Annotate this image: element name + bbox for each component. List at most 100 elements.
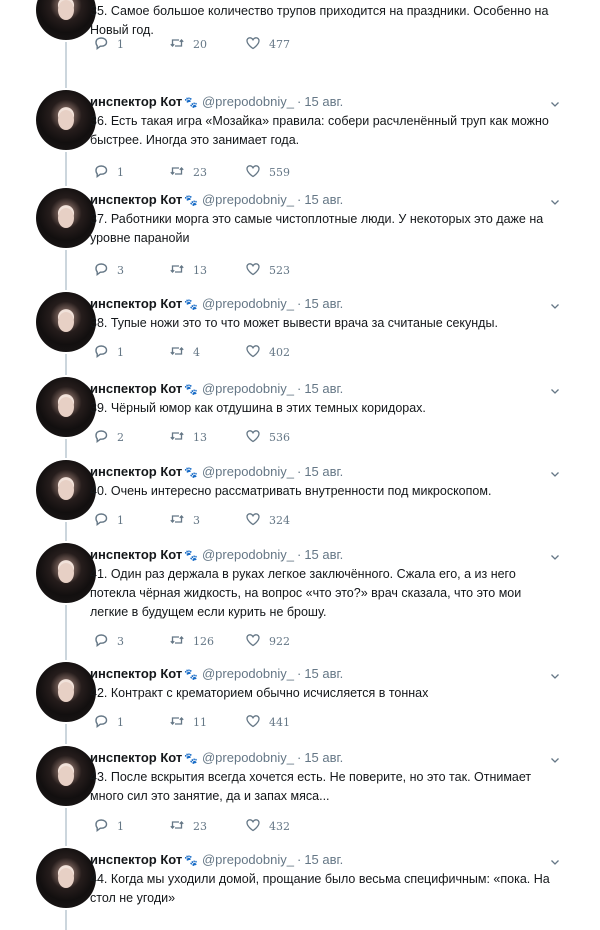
avatar[interactable] — [36, 662, 96, 722]
retweet-button[interactable]: 4 — [169, 344, 245, 360]
author-name[interactable]: инспектор Кот — [90, 547, 182, 562]
author-handle[interactable]: @prepodobniy_ — [202, 464, 294, 479]
retweet-button[interactable]: 3 — [169, 512, 245, 528]
like-button[interactable]: 477 — [245, 36, 325, 52]
reply-button[interactable]: 1 — [93, 818, 169, 834]
like-button[interactable]: 441 — [245, 714, 325, 730]
tweet-text: 39. Чёрный юмор как отдушина в этих темн… — [90, 401, 426, 415]
tweet-date[interactable]: 15 авг. — [304, 296, 343, 311]
avatar[interactable] — [36, 543, 96, 603]
chevron-down-icon[interactable] — [550, 96, 560, 107]
author-handle[interactable]: @prepodobniy_ — [202, 381, 294, 396]
reply-count: 1 — [117, 37, 124, 51]
like-count: 324 — [269, 513, 290, 527]
retweet-button[interactable]: 126 — [169, 633, 245, 649]
author-handle[interactable]: @prepodobniy_ — [202, 296, 294, 311]
reply-icon — [93, 713, 117, 732]
author-name[interactable]: инспектор Кот — [90, 464, 182, 479]
like-button[interactable]: 559 — [245, 164, 325, 180]
tweet-date[interactable]: 15 авг. — [304, 94, 343, 109]
reply-count: 1 — [117, 513, 124, 527]
like-count: 402 — [269, 345, 290, 359]
like-button[interactable]: 324 — [245, 512, 325, 528]
author-name[interactable]: инспектор Кот — [90, 192, 182, 207]
retweet-button[interactable]: 20 — [169, 36, 245, 52]
reply-icon — [93, 632, 117, 651]
author-handle[interactable]: @prepodobniy_ — [202, 192, 294, 207]
retweet-count: 11 — [193, 715, 207, 729]
retweet-button[interactable]: 23 — [169, 164, 245, 180]
tweet-date[interactable]: 15 авг. — [304, 666, 343, 681]
author-name[interactable]: инспектор Кот — [90, 852, 182, 867]
retweet-button[interactable]: 13 — [169, 262, 245, 278]
chevron-down-icon[interactable] — [550, 854, 560, 865]
separator-dot: · — [296, 547, 302, 562]
like-button[interactable]: 922 — [245, 633, 325, 649]
chevron-down-icon[interactable] — [550, 549, 560, 560]
tweet-date[interactable]: 15 авг. — [304, 381, 343, 396]
like-count: 559 — [269, 165, 290, 179]
author-handle[interactable]: @prepodobniy_ — [202, 547, 294, 562]
tweet-actions: 1 20 477 — [93, 36, 325, 52]
chevron-down-icon[interactable] — [550, 194, 560, 205]
reply-button[interactable]: 1 — [93, 714, 169, 730]
avatar[interactable] — [36, 377, 96, 437]
reply-button[interactable]: 2 — [93, 429, 169, 445]
avatar[interactable] — [36, 0, 96, 40]
author-handle[interactable]: @prepodobniy_ — [202, 666, 294, 681]
reply-button[interactable]: 3 — [93, 262, 169, 278]
like-count: 441 — [269, 715, 290, 729]
reply-button[interactable]: 1 — [93, 36, 169, 52]
retweet-button[interactable]: 13 — [169, 429, 245, 445]
heart-icon — [245, 632, 269, 651]
reply-count: 3 — [117, 634, 124, 648]
tweet-text: 44. Когда мы уходили домой, прощание был… — [90, 872, 550, 905]
avatar[interactable] — [36, 746, 96, 806]
like-button[interactable]: 523 — [245, 262, 325, 278]
avatar[interactable] — [36, 848, 96, 908]
retweet-button[interactable]: 23 — [169, 818, 245, 834]
chevron-down-icon[interactable] — [550, 383, 560, 394]
author-name[interactable]: инспектор Кот — [90, 750, 182, 765]
reply-button[interactable]: 3 — [93, 633, 169, 649]
tweet-date[interactable]: 15 авг. — [304, 192, 343, 207]
author-handle[interactable]: @prepodobniy_ — [202, 94, 294, 109]
tweet-text: 38. Тупые ножи это то что может вывести … — [90, 316, 498, 330]
author-name[interactable]: инспектор Кот — [90, 381, 182, 396]
retweet-icon — [169, 511, 193, 530]
author-handle[interactable]: @prepodobniy_ — [202, 852, 294, 867]
like-button[interactable]: 402 — [245, 344, 325, 360]
tweet-actions: 1 4 402 — [93, 344, 325, 360]
chevron-down-icon[interactable] — [550, 466, 560, 477]
author-name[interactable]: инспектор Кот — [90, 666, 182, 681]
avatar[interactable] — [36, 292, 96, 352]
separator-dot: · — [296, 94, 302, 109]
heart-icon — [245, 261, 269, 280]
like-button[interactable]: 536 — [245, 429, 325, 445]
retweet-button[interactable]: 11 — [169, 714, 245, 730]
heart-icon — [245, 511, 269, 530]
tweet-date[interactable]: 15 авг. — [304, 464, 343, 479]
author-name[interactable]: инспектор Кот — [90, 296, 182, 311]
reply-count: 1 — [117, 345, 124, 359]
author-name[interactable]: инспектор Кот — [90, 94, 182, 109]
tweet-date[interactable]: 15 авг. — [304, 547, 343, 562]
paw-emoji-icon: 🐾 — [184, 753, 198, 765]
avatar[interactable] — [36, 188, 96, 248]
reply-button[interactable]: 1 — [93, 164, 169, 180]
retweet-icon — [169, 35, 193, 54]
chevron-down-icon[interactable] — [550, 752, 560, 763]
chevron-down-icon[interactable] — [550, 668, 560, 679]
avatar[interactable] — [36, 460, 96, 520]
reply-button[interactable]: 1 — [93, 344, 169, 360]
thread-connector — [65, 605, 67, 660]
like-count: 477 — [269, 37, 290, 51]
thread-connector — [65, 354, 67, 375]
tweet-date[interactable]: 15 авг. — [304, 852, 343, 867]
chevron-down-icon[interactable] — [550, 298, 560, 309]
avatar[interactable] — [36, 90, 96, 150]
like-button[interactable]: 432 — [245, 818, 325, 834]
tweet-date[interactable]: 15 авг. — [304, 750, 343, 765]
author-handle[interactable]: @prepodobniy_ — [202, 750, 294, 765]
reply-button[interactable]: 1 — [93, 512, 169, 528]
